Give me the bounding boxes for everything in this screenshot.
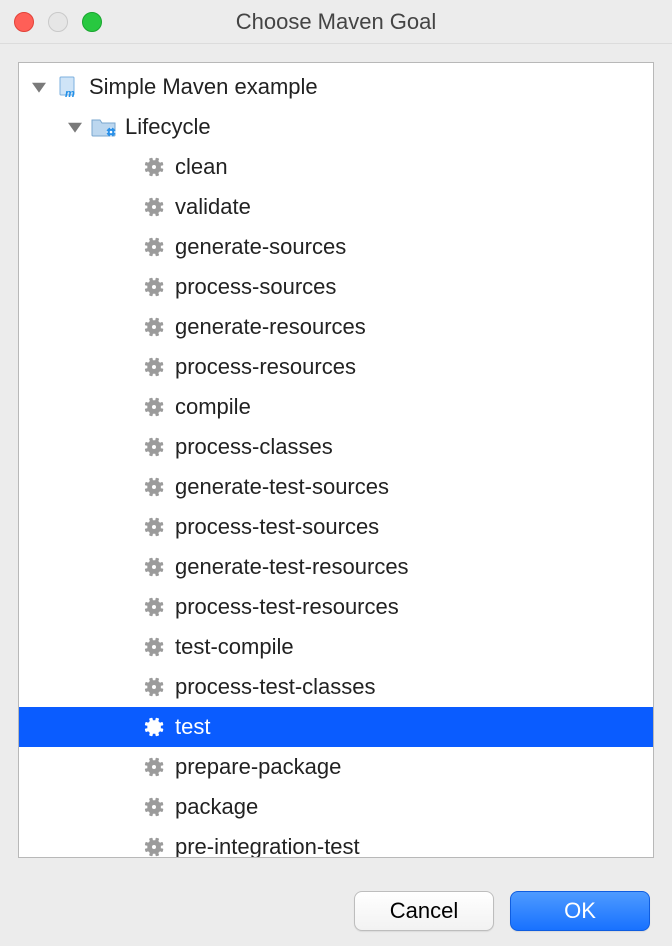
tree-goal-row[interactable]: process-classes [19, 427, 653, 467]
ok-button[interactable]: OK [510, 891, 650, 931]
gear-icon [141, 274, 167, 300]
cancel-button[interactable]: Cancel [354, 891, 494, 931]
disclosure-down-icon[interactable] [65, 117, 85, 137]
tree-panel: m Simple Maven example Lifecycle cleanv [18, 62, 654, 858]
maven-project-icon: m [55, 74, 81, 100]
lifecycle-folder-icon [91, 114, 117, 140]
tree-goal-row[interactable]: process-test-resources [19, 587, 653, 627]
dialog-footer: Cancel OK [0, 876, 672, 946]
gear-icon [141, 194, 167, 220]
tree-project-row[interactable]: m Simple Maven example [19, 67, 653, 107]
tree-lifecycle-label: Lifecycle [125, 114, 211, 140]
tree-goal-row[interactable]: package [19, 787, 653, 827]
close-window-button[interactable] [14, 12, 34, 32]
gear-icon [141, 154, 167, 180]
tree-lifecycle-row[interactable]: Lifecycle [19, 107, 653, 147]
gear-icon [141, 394, 167, 420]
tree-goal-row[interactable]: compile [19, 387, 653, 427]
gear-icon [141, 354, 167, 380]
gear-icon [141, 714, 167, 740]
gear-icon [141, 594, 167, 620]
minimize-window-button[interactable] [48, 12, 68, 32]
gear-icon [141, 234, 167, 260]
tree-goal-row[interactable]: pre-integration-test [19, 827, 653, 858]
gear-icon [141, 474, 167, 500]
tree-goal-row[interactable]: generate-test-sources [19, 467, 653, 507]
tree-goal-row[interactable]: process-resources [19, 347, 653, 387]
tree-goal-row[interactable]: validate [19, 187, 653, 227]
gear-icon [141, 794, 167, 820]
tree-goal-row[interactable]: generate-test-resources [19, 547, 653, 587]
disclosure-down-icon[interactable] [29, 77, 49, 97]
tree-goal-label: process-test-resources [175, 594, 399, 620]
tree-goal-label: pre-integration-test [175, 834, 360, 858]
tree-goal-label: process-test-sources [175, 514, 379, 540]
tree-goal-label: test [175, 714, 210, 740]
tree-goal-label: process-sources [175, 274, 336, 300]
tree-goal-label: generate-sources [175, 234, 346, 260]
tree-goal-row[interactable]: test [19, 707, 653, 747]
tree-goal-label: process-resources [175, 354, 356, 380]
tree-goal-label: validate [175, 194, 251, 220]
tree-goal-row[interactable]: test-compile [19, 627, 653, 667]
gear-icon [141, 554, 167, 580]
tree-goal-label: generate-resources [175, 314, 366, 340]
tree-goal-label: process-classes [175, 434, 333, 460]
tree-goal-label: process-test-classes [175, 674, 376, 700]
gear-icon [141, 514, 167, 540]
tree-goal-row[interactable]: generate-sources [19, 227, 653, 267]
tree-goal-row[interactable]: prepare-package [19, 747, 653, 787]
tree-goal-label: clean [175, 154, 228, 180]
gear-icon [141, 834, 167, 858]
tree-goal-row[interactable]: process-test-sources [19, 507, 653, 547]
gear-icon [141, 754, 167, 780]
goal-tree: m Simple Maven example Lifecycle cleanv [19, 63, 653, 858]
tree-goal-label: package [175, 794, 258, 820]
gear-icon [141, 634, 167, 660]
tree-goal-row[interactable]: process-sources [19, 267, 653, 307]
maximize-window-button[interactable] [82, 12, 102, 32]
gear-icon [141, 434, 167, 460]
tree-goal-row[interactable]: process-test-classes [19, 667, 653, 707]
tree-goal-label: compile [175, 394, 251, 420]
tree-goal-label: generate-test-sources [175, 474, 389, 500]
titlebar: Choose Maven Goal [0, 0, 672, 44]
tree-goal-label: prepare-package [175, 754, 341, 780]
tree-goal-row[interactable]: clean [19, 147, 653, 187]
window-controls [0, 12, 102, 32]
tree-goal-label: generate-test-resources [175, 554, 409, 580]
tree-goal-label: test-compile [175, 634, 294, 660]
tree-project-label: Simple Maven example [89, 74, 318, 100]
tree-goal-row[interactable]: generate-resources [19, 307, 653, 347]
gear-icon [141, 674, 167, 700]
svg-text:m: m [65, 88, 75, 99]
gear-icon [141, 314, 167, 340]
